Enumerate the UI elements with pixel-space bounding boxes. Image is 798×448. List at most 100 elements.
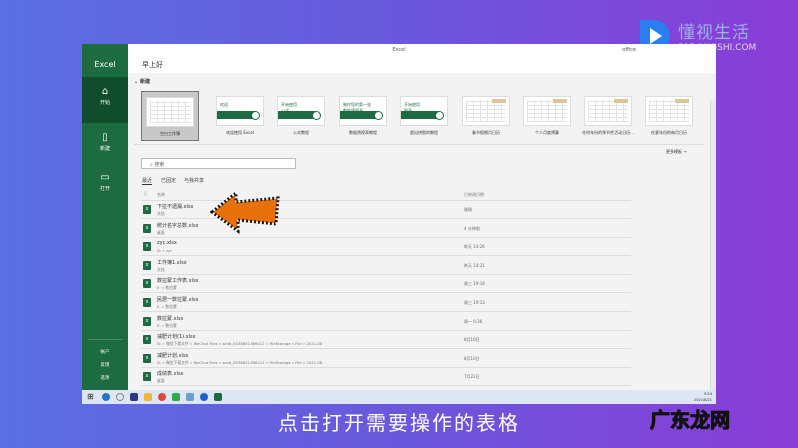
file-row[interactable]: x 数拉蒙.xlsx E: » 数拉蒙 周一 6:36 bbox=[141, 313, 631, 331]
file-date: 7月22日 bbox=[464, 374, 480, 380]
template-thumbnail bbox=[645, 96, 693, 126]
template-card[interactable]: 任意年份的每月日历 bbox=[640, 91, 698, 141]
excel-window: Excel office 早上好 Excel ⌂ 开始 ▯ 新建 ▭ 打开 帐户 反馈… bbox=[82, 44, 716, 390]
pointer-arrow-icon bbox=[210, 190, 280, 234]
file-path: E: » 数拉蒙 bbox=[157, 285, 177, 291]
template-label: 数据透视表教程 bbox=[349, 130, 377, 135]
file-date: 周一 6:36 bbox=[464, 318, 483, 324]
clock[interactable]: 9:24 2021/8/21 bbox=[694, 391, 712, 403]
excel-file-icon: x bbox=[143, 316, 151, 326]
file-date: 8月10日 bbox=[464, 355, 480, 361]
file-name: 减肥计划(1).xlsx bbox=[157, 334, 196, 341]
folder-icon: ▭ bbox=[100, 172, 110, 183]
sidebar-label: 开始 bbox=[99, 100, 110, 106]
template-thumbnail: 欢迎 bbox=[216, 96, 264, 126]
template-badge-icon bbox=[374, 111, 383, 120]
template-card[interactable]: 欢迎 欢迎使用 Excel bbox=[211, 91, 269, 141]
excel-file-icon: x bbox=[143, 279, 151, 289]
sidebar-item-home[interactable]: ⌂ 开始 bbox=[82, 77, 128, 123]
file-row[interactable]: x 减肥计划(1).xlsx D: » 微信下载文件 » WeChat Files … bbox=[141, 331, 631, 350]
excel-file-icon: x bbox=[143, 205, 151, 214]
template-label: 超出饼图的教程 bbox=[410, 130, 438, 135]
template-thumbnail-grid bbox=[150, 101, 190, 123]
template-thumbnail-grid bbox=[588, 100, 628, 122]
sidebar-item-new[interactable]: ▯ 新建 bbox=[82, 126, 128, 166]
excel-taskbar-icon[interactable] bbox=[214, 393, 222, 401]
template-card[interactable]: 任何年份的季节性活动日历... bbox=[579, 91, 637, 141]
excel-file-icon: x bbox=[143, 223, 151, 233]
tab-pinned[interactable]: 已固定 bbox=[161, 177, 176, 184]
app-icon[interactable] bbox=[186, 393, 194, 401]
template-label: 任何年份的季节性活动日历... bbox=[582, 130, 634, 135]
template-thumbnail bbox=[146, 97, 194, 127]
file-date: 周三 19:14 bbox=[464, 281, 485, 287]
user-name[interactable]: office bbox=[622, 44, 636, 57]
file-row[interactable]: x 民居一数拉蒙.xlsx E: » 数拉蒙 周三 19:13 bbox=[141, 294, 631, 312]
home-icon: ⌂ bbox=[101, 86, 109, 97]
edge-icon[interactable] bbox=[102, 393, 110, 401]
file-row[interactable]: x 成绩表.xlsx 桌面 7月22日 bbox=[141, 368, 631, 387]
tab-shared[interactable]: 与我共享 bbox=[184, 177, 204, 184]
excel-file-icon: x bbox=[143, 372, 151, 382]
file-name: 成绩表.xlsx bbox=[157, 371, 184, 378]
search-taskbar-icon[interactable] bbox=[116, 393, 124, 401]
file-name: 数拉蒙工作表.xlsx bbox=[157, 278, 199, 285]
template-label: 公式教程 bbox=[293, 130, 309, 135]
sidebar-options[interactable]: 选项 bbox=[82, 375, 128, 381]
sidebar-divider bbox=[88, 339, 122, 340]
template-label: 个人月度预算 bbox=[535, 130, 559, 135]
search-placeholder: 搜索 bbox=[154, 162, 165, 168]
template-card[interactable]: 春节假期月日历 bbox=[457, 91, 515, 141]
file-path: 文档 bbox=[157, 211, 165, 216]
taskview-icon[interactable] bbox=[130, 393, 138, 401]
excel-file-icon: x bbox=[143, 242, 151, 252]
template-thumbnail bbox=[584, 96, 632, 126]
file-date: 8月10日 bbox=[464, 337, 480, 343]
template-card[interactable]: 开始使用公式公式教程 bbox=[272, 91, 330, 141]
sidebar-account[interactable]: 帐户 bbox=[82, 349, 128, 355]
time: 9:24 bbox=[704, 392, 712, 396]
file-name: 减肥计划.xlsx bbox=[157, 352, 189, 359]
file-path: D: » 微信下载文件 » WeChat Files » wxid_833865… bbox=[157, 359, 323, 365]
excel-file-icon: x bbox=[143, 335, 151, 345]
sidebar-feedback[interactable]: 反馈 bbox=[82, 362, 128, 368]
template-badge-icon bbox=[312, 111, 321, 120]
file-name: 民居一数拉蒙.xlsx bbox=[157, 297, 199, 303]
template-card[interactable]: 个人月度预算 bbox=[518, 91, 576, 141]
sidebar-item-open[interactable]: ▭ 打开 bbox=[82, 168, 128, 208]
file-name: 工作簿1.xlsx bbox=[157, 259, 187, 266]
template-label: 空白工作簿 bbox=[160, 131, 180, 136]
template-card[interactable]: 制作您的第一张数据透视表数据透视表教程 bbox=[334, 91, 392, 141]
new-label: 新建 bbox=[139, 79, 150, 85]
file-name: zyc.xlsx bbox=[157, 240, 177, 247]
col-name[interactable]: 名称 bbox=[157, 192, 165, 198]
start-icon[interactable]: ⊞ bbox=[87, 392, 94, 401]
date: 2021/8/21 bbox=[694, 398, 712, 402]
chrome-icon[interactable] bbox=[158, 393, 166, 401]
search-input[interactable]: ⌕ 搜索 bbox=[141, 158, 296, 169]
title-bar: Excel office bbox=[82, 44, 716, 57]
explorer-icon[interactable] bbox=[144, 393, 152, 401]
app-icon[interactable] bbox=[172, 393, 180, 401]
sidebar-label: 打开 bbox=[99, 186, 110, 192]
more-templates-link[interactable]: 更多模板 → bbox=[666, 149, 687, 155]
file-row[interactable]: x 数拉蒙工作表.xlsx E: » 数拉蒙 周三 19:14 bbox=[141, 275, 631, 294]
file-icon: ▯ bbox=[144, 191, 147, 197]
file-path: E: » 数拉蒙 bbox=[157, 304, 177, 309]
template-label: 任意年份的每月日历 bbox=[651, 130, 687, 135]
template-badge-icon bbox=[435, 111, 444, 120]
template-thumb-text: 欢迎 bbox=[220, 102, 228, 107]
file-row[interactable]: x 工作簿1.xlsx 文档 昨天 14:21 bbox=[141, 257, 631, 275]
scrollbar[interactable] bbox=[710, 100, 716, 390]
col-date[interactable]: 已修改日期 bbox=[464, 192, 484, 198]
tab-recent[interactable]: 最近 bbox=[142, 177, 153, 185]
template-card[interactable]: 开始使用图表超出饼图的教程 bbox=[395, 91, 453, 141]
sidebar-label: 新建 bbox=[99, 146, 110, 152]
file-row[interactable]: x 减肥计划.xlsx D: » 微信下载文件 » WeChat Files » w… bbox=[141, 350, 631, 368]
template-card[interactable]: 空白工作簿 bbox=[141, 91, 199, 141]
app-icon[interactable] bbox=[200, 393, 208, 401]
file-row[interactable]: x zyc.xlsx D: » zyc 昨天 14:26 bbox=[141, 238, 631, 257]
excel-file-icon: x bbox=[143, 353, 151, 363]
file-date: 4 分钟前 bbox=[464, 225, 480, 231]
app-brand: Excel bbox=[94, 60, 116, 69]
